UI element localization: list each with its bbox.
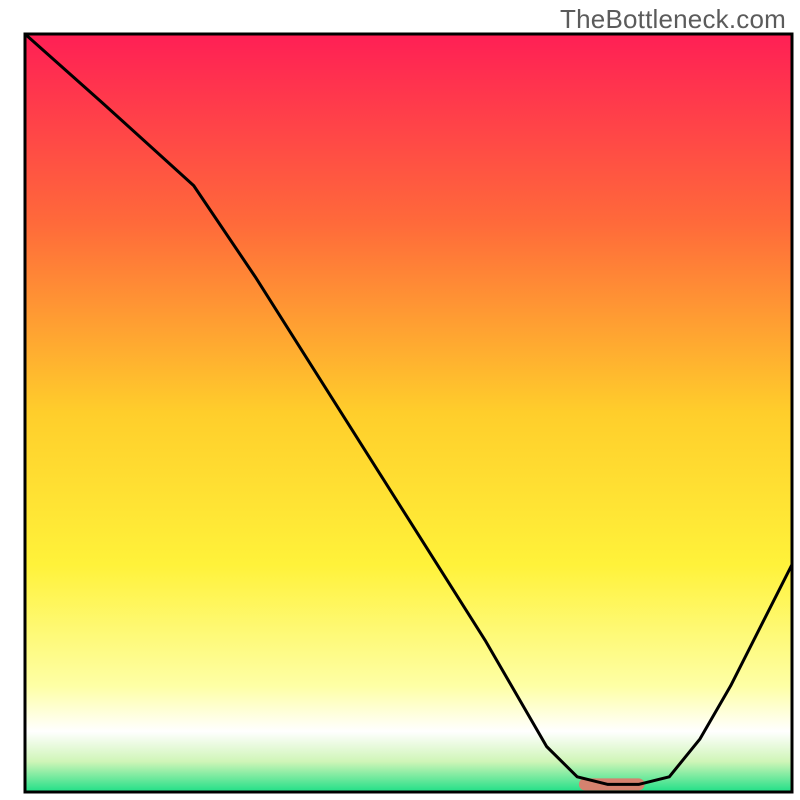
gradient-background bbox=[25, 34, 792, 792]
chart-svg bbox=[0, 0, 800, 800]
watermark-text: TheBottleneck.com bbox=[560, 4, 786, 35]
bottleneck-chart: TheBottleneck.com bbox=[0, 0, 800, 800]
